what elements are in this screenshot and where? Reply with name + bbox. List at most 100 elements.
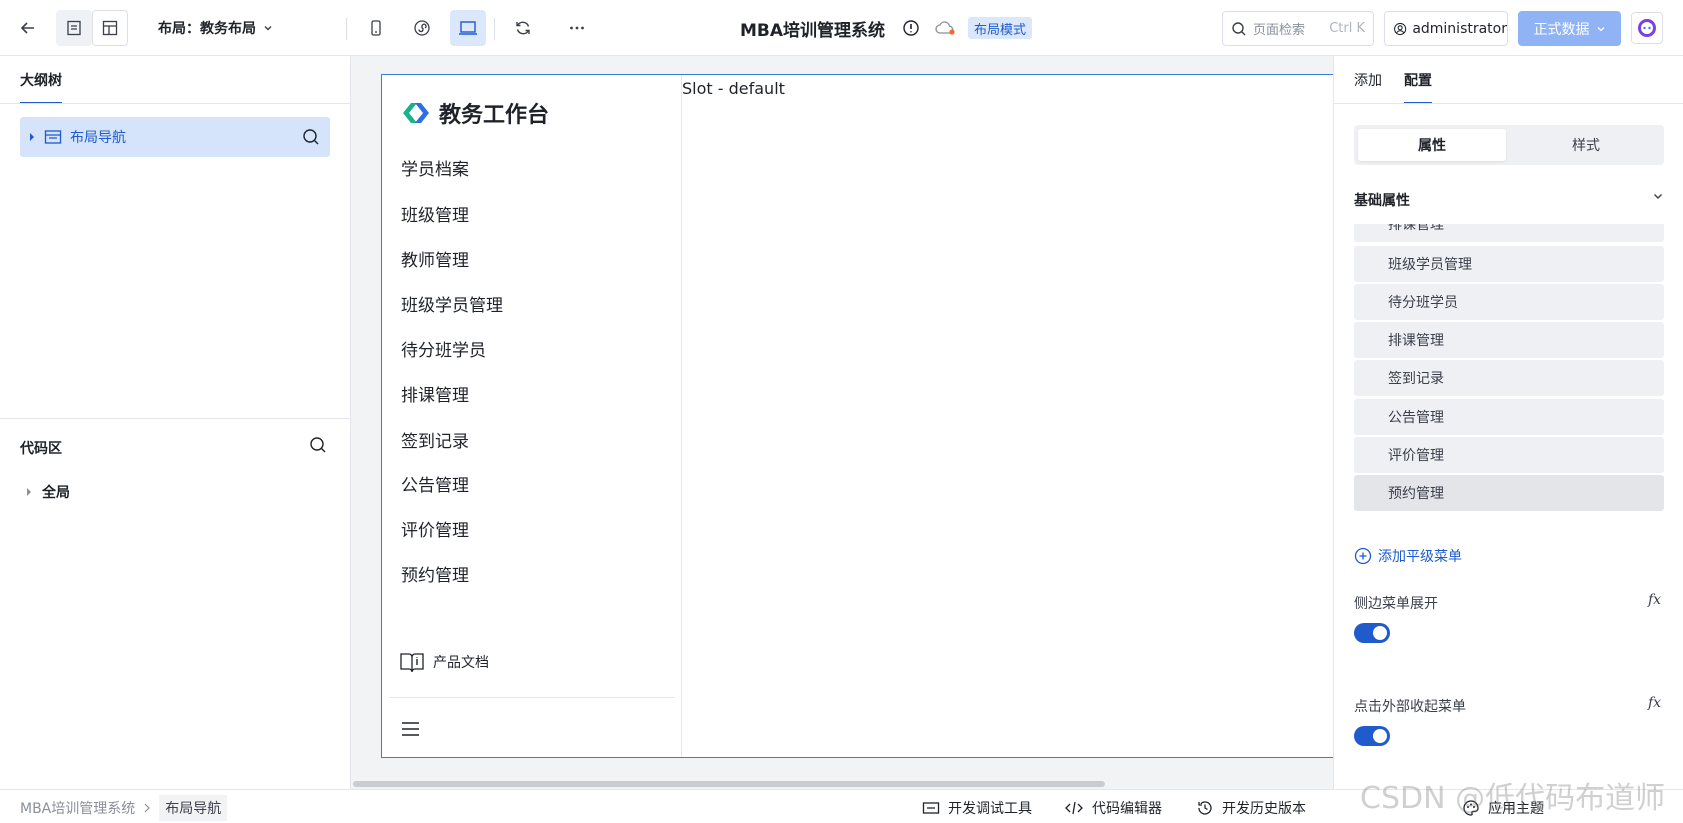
nav-item[interactable]: 班级管理: [401, 201, 469, 226]
dev-debug-tool-button[interactable]: 开发调试工具: [922, 798, 1032, 818]
layout-icon[interactable]: [92, 10, 128, 46]
breadcrumb: MBA培训管理系统 布局导航: [20, 795, 228, 821]
tree-item-layout-nav[interactable]: 布局导航: [20, 117, 330, 157]
menu-config-item[interactable]: 签到记录: [1354, 360, 1664, 396]
history-icon: [1198, 801, 1212, 815]
section-basic-props[interactable]: 基础属性: [1354, 190, 1410, 210]
code-item-global[interactable]: 全局: [26, 482, 70, 502]
code-editor-label: 代码编辑器: [1092, 801, 1162, 817]
top-toolbar: 布局：教务布局 MBA培训管理系统 布局模式 页面检索 Ctrl K admin…: [0, 0, 1683, 56]
divider: [1334, 103, 1683, 104]
nav-item[interactable]: 签到记录: [401, 427, 469, 452]
page-list-icon[interactable]: [56, 10, 92, 46]
add-sibling-menu-button[interactable]: 添加平级菜单: [1354, 546, 1462, 566]
search-placeholder: 页面检索: [1253, 23, 1306, 38]
code-icon: [1065, 801, 1083, 815]
tab-add[interactable]: 添加: [1354, 70, 1382, 102]
divider: [0, 103, 351, 104]
caret-right-icon: [27, 488, 31, 496]
code-item-label: 全局: [42, 485, 70, 501]
outline-panel: 大纲树 布局导航 代码区 全局: [0, 56, 351, 789]
ai-assistant-icon[interactable]: [1631, 12, 1663, 44]
user-menu[interactable]: administrator: [1384, 11, 1508, 46]
debug-icon: [922, 802, 940, 814]
breadcrumb-current[interactable]: 布局导航: [159, 795, 228, 821]
menu-items-list: 排课管理 班级学员管理 待分班学员 排课管理 签到记录 公告管理 评价管理 预约…: [1354, 224, 1664, 532]
menu-config-item[interactable]: 班级学员管理: [1354, 246, 1664, 282]
menu-config-item[interactable]: 预约管理: [1354, 475, 1664, 511]
search-icon[interactable]: [302, 128, 320, 146]
menu-config-item[interactable]: 排课管理: [1354, 322, 1664, 358]
chevron-down-icon: [1597, 26, 1604, 31]
nav-item[interactable]: 排课管理: [401, 381, 469, 406]
chevron-down-icon[interactable]: [1652, 190, 1664, 206]
dev-debug-tool-label: 开发调试工具: [948, 801, 1032, 817]
menu-config-item[interactable]: 公告管理: [1354, 399, 1664, 435]
toolbar-divider: [494, 18, 495, 40]
code-editor-button[interactable]: 代码编辑器: [1064, 798, 1162, 818]
search-shortcut: Ctrl K: [1329, 21, 1365, 36]
chevron-right-icon: [144, 803, 151, 813]
menu-config-item[interactable]: 待分班学员: [1354, 284, 1664, 320]
side-expand-toggle[interactable]: [1354, 623, 1390, 643]
dev-history-button[interactable]: 开发历史版本: [1196, 798, 1306, 818]
miniprogram-view-icon[interactable]: [404, 10, 440, 46]
book-icon: [400, 653, 424, 673]
logo-text: 教务工作台: [439, 103, 550, 128]
data-env-label: 正式数据: [1533, 21, 1590, 38]
more-icon[interactable]: [559, 10, 595, 46]
segment-style[interactable]: 样式: [1512, 129, 1660, 161]
divider: [390, 697, 674, 698]
user-icon: [1394, 22, 1407, 35]
prop-label-click-outside: 点击外部收起菜单: [1354, 699, 1466, 715]
preview-frame[interactable]: 教务工作台 学员档案 班级管理 教师管理 班级学员管理 待分班学员 排课管理 签…: [381, 74, 1333, 758]
product-docs-link[interactable]: 产品文档: [399, 650, 489, 674]
logo-icon: [403, 103, 429, 123]
layout-mode-badge: 布局模式: [968, 17, 1033, 39]
click-outside-toggle[interactable]: [1354, 726, 1390, 746]
menu-config-item[interactable]: 评价管理: [1354, 437, 1664, 473]
page-search-input[interactable]: 页面检索 Ctrl K: [1222, 11, 1374, 46]
nav-item[interactable]: 学员档案: [401, 155, 469, 180]
desktop-view-icon[interactable]: [450, 10, 486, 46]
menu-config-item[interactable]: 排课管理: [1354, 224, 1664, 242]
code-area-title: 代码区: [20, 441, 62, 457]
plus-circle-icon: [1354, 547, 1372, 565]
layout-select[interactable]: 布局：教务布局: [158, 10, 274, 46]
nav-item[interactable]: 教师管理: [401, 246, 469, 271]
refresh-icon[interactable]: [505, 10, 541, 46]
product-docs-label: 产品文档: [433, 655, 489, 671]
mobile-view-icon[interactable]: [358, 10, 394, 46]
breadcrumb-app[interactable]: MBA培训管理系统: [20, 798, 135, 818]
tab-outline-tree[interactable]: 大纲树: [20, 70, 62, 104]
nav-item[interactable]: 评价管理: [401, 516, 469, 541]
props-style-segmented: 属性 样式: [1354, 125, 1664, 165]
segment-properties[interactable]: 属性: [1358, 129, 1506, 161]
design-canvas: 教务工作台 学员档案 班级管理 教师管理 班级学员管理 待分班学员 排课管理 签…: [351, 56, 1333, 789]
nav-item[interactable]: 预约管理: [401, 561, 469, 586]
back-arrow-icon[interactable]: [10, 10, 46, 46]
fx-binding-icon[interactable]: fx: [1648, 695, 1661, 711]
nav-item[interactable]: 公告管理: [401, 471, 469, 496]
chevron-down-icon: [264, 26, 272, 31]
info-icon[interactable]: [902, 10, 920, 46]
dev-history-label: 开发历史版本: [1222, 801, 1306, 817]
fx-binding-icon[interactable]: fx: [1648, 592, 1661, 608]
caret-right-icon: [30, 133, 34, 141]
nav-item[interactable]: 待分班学员: [401, 336, 486, 361]
tab-config[interactable]: 配置: [1404, 70, 1432, 104]
slot-placeholder: Slot - default: [682, 79, 785, 98]
search-icon: [1232, 21, 1246, 35]
add-sibling-menu-label: 添加平级菜单: [1378, 549, 1462, 565]
horizontal-scrollbar[interactable]: [353, 781, 1105, 787]
side-navigation: 教务工作台 学员档案 班级管理 教师管理 班级学员管理 待分班学员 排课管理 签…: [382, 75, 682, 757]
tree-item-label: 布局导航: [70, 130, 126, 146]
data-env-button[interactable]: 正式数据: [1518, 11, 1621, 46]
brand-logo: 教务工作台: [401, 97, 549, 129]
menu-collapse-icon[interactable]: [401, 721, 421, 741]
user-name: administrator: [1412, 20, 1507, 37]
toolbar-divider: [346, 18, 347, 40]
nav-item[interactable]: 班级学员管理: [401, 291, 503, 316]
search-icon[interactable]: [309, 436, 327, 458]
layout-nav-icon: [44, 130, 62, 144]
